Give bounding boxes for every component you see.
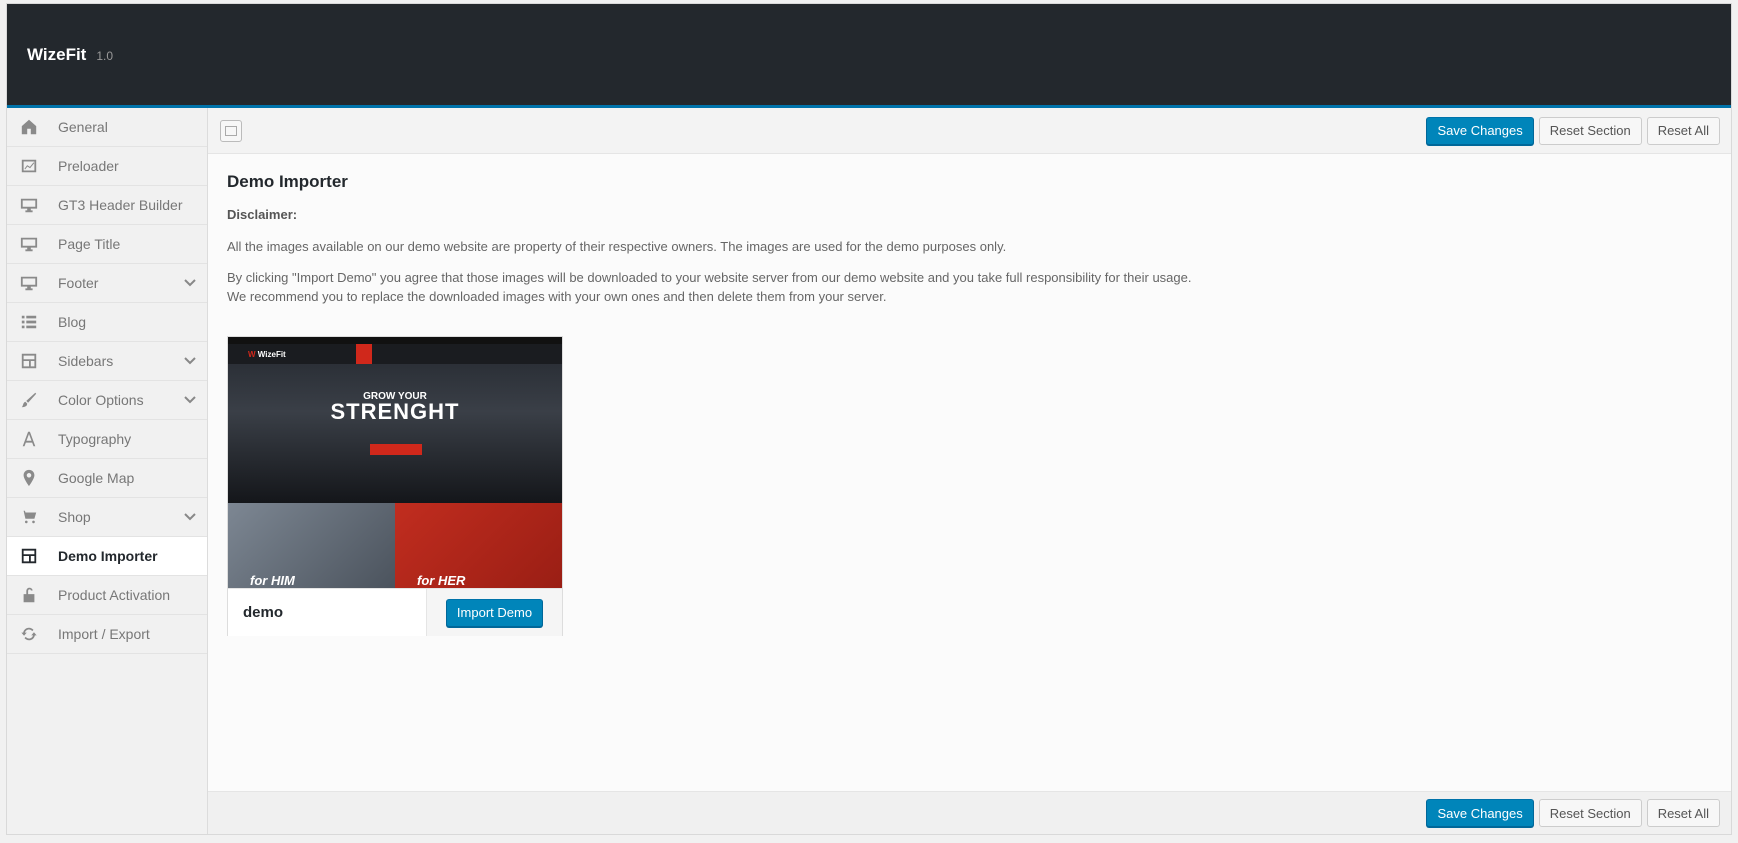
sidebar: General Preloader GT3 Header Builder Pag… bbox=[7, 108, 208, 834]
unlock-icon bbox=[19, 585, 39, 605]
sidebar-item-label: Import / Export bbox=[58, 626, 150, 642]
options-panel: WizeFit 1.0 General Preloader GT3 Header… bbox=[6, 3, 1732, 835]
sidebar-item-page-title[interactable]: Page Title bbox=[7, 225, 207, 264]
disclaimer-text: All the images available on our demo web… bbox=[227, 239, 1007, 254]
sidebar-item-sidebars[interactable]: Sidebars bbox=[7, 342, 207, 381]
demo-card: W WizeFit GROW YOUR STRENGHT for HIM for… bbox=[227, 336, 563, 636]
preview-headline-large: STRENGHT bbox=[330, 399, 460, 424]
demo-preview-image: W WizeFit GROW YOUR STRENGHT for HIM for… bbox=[228, 337, 562, 588]
sidebar-item-label: Typography bbox=[58, 431, 132, 447]
chevron-down-icon[interactable] bbox=[183, 393, 197, 407]
theme-name: WizeFit bbox=[27, 44, 87, 64]
desktop-icon bbox=[19, 195, 39, 215]
chevron-down-icon[interactable] bbox=[183, 276, 197, 290]
preview-him-label: for HIM bbox=[250, 573, 295, 588]
top-toolbar: Save Changes Reset Section Reset All bbox=[208, 108, 1731, 154]
sidebar-item-product-activation[interactable]: Product Activation bbox=[7, 576, 207, 615]
layout-icon bbox=[19, 351, 39, 371]
agreement-line-2: We recommend you to replace the download… bbox=[227, 289, 887, 304]
reset-section-button[interactable]: Reset Section bbox=[1538, 116, 1642, 145]
preview-her-label: for HER bbox=[417, 573, 466, 588]
agreement-text: By clicking "Import Demo" you agree that… bbox=[227, 268, 1712, 306]
reset-all-button[interactable]: Reset All bbox=[1646, 799, 1720, 827]
desktop-icon bbox=[19, 234, 39, 254]
sidebar-item-google-map[interactable]: Google Map bbox=[7, 459, 207, 498]
demo-name: demo bbox=[228, 589, 427, 636]
typography-icon bbox=[19, 429, 39, 449]
section-title: Demo Importer bbox=[227, 172, 348, 191]
sidebar-item-gt3-header-builder[interactable]: GT3 Header Builder bbox=[7, 186, 207, 225]
sidebar-item-shop[interactable]: Shop bbox=[7, 498, 207, 537]
preview-logo: W WizeFit bbox=[248, 349, 286, 359]
theme-version: 1.0 bbox=[96, 49, 114, 63]
sidebar-item-label: General bbox=[58, 119, 108, 135]
reset-section-button[interactable]: Reset Section bbox=[1538, 799, 1642, 827]
sidebar-item-label: Product Activation bbox=[58, 587, 171, 603]
sidebar-item-blog[interactable]: Blog bbox=[7, 303, 207, 342]
sidebar-item-label: Page Title bbox=[58, 236, 121, 252]
sidebar-item-label: Footer bbox=[58, 275, 99, 291]
chevron-down-icon[interactable] bbox=[183, 354, 197, 368]
sidebar-item-demo-importer[interactable]: Demo Importer bbox=[7, 537, 207, 576]
disclaimer-label: Disclaimer: bbox=[227, 207, 298, 222]
bottom-toolbar: Save Changes Reset Section Reset All bbox=[208, 791, 1731, 834]
sidebar-item-general[interactable]: General bbox=[7, 108, 207, 147]
chevron-down-icon[interactable] bbox=[183, 510, 197, 524]
sidebar-item-footer[interactable]: Footer bbox=[7, 264, 207, 303]
save-changes-button[interactable]: Save Changes bbox=[1426, 116, 1534, 145]
main-content: Save Changes Reset Section Reset All Dem… bbox=[208, 108, 1731, 834]
save-changes-button[interactable]: Save Changes bbox=[1426, 799, 1534, 827]
sidebar-item-typography[interactable]: Typography bbox=[7, 420, 207, 459]
refresh-icon bbox=[19, 624, 39, 644]
reset-all-button[interactable]: Reset All bbox=[1646, 116, 1720, 145]
sidebar-item-color-options[interactable]: Color Options bbox=[7, 381, 207, 420]
sidebar-item-import-export[interactable]: Import / Export bbox=[7, 615, 207, 654]
brush-icon bbox=[19, 390, 39, 410]
chart-icon bbox=[19, 156, 39, 176]
layout-icon bbox=[19, 546, 39, 566]
home-icon bbox=[19, 117, 39, 137]
sidebar-item-label: Sidebars bbox=[58, 353, 114, 369]
expand-toggle-icon[interactable] bbox=[220, 119, 242, 142]
import-demo-button[interactable]: Import Demo bbox=[445, 598, 544, 627]
list-icon bbox=[19, 312, 39, 332]
sidebar-item-label: Blog bbox=[58, 314, 87, 330]
location-pin-icon bbox=[19, 468, 39, 488]
sidebar-item-label: Color Options bbox=[58, 392, 144, 408]
sidebar-item-label: Demo Importer bbox=[58, 548, 158, 564]
sidebar-item-label: Preloader bbox=[58, 158, 119, 174]
sidebar-item-label: Google Map bbox=[58, 470, 135, 486]
cart-icon bbox=[19, 507, 39, 527]
desktop-icon bbox=[19, 273, 39, 293]
agreement-line-1: By clicking "Import Demo" you agree that… bbox=[227, 270, 1192, 285]
sidebar-item-label: Shop bbox=[58, 509, 91, 525]
sidebar-item-preloader[interactable]: Preloader bbox=[7, 147, 207, 186]
panel-header: WizeFit 1.0 bbox=[7, 4, 1731, 108]
sidebar-item-label: GT3 Header Builder bbox=[58, 197, 183, 213]
